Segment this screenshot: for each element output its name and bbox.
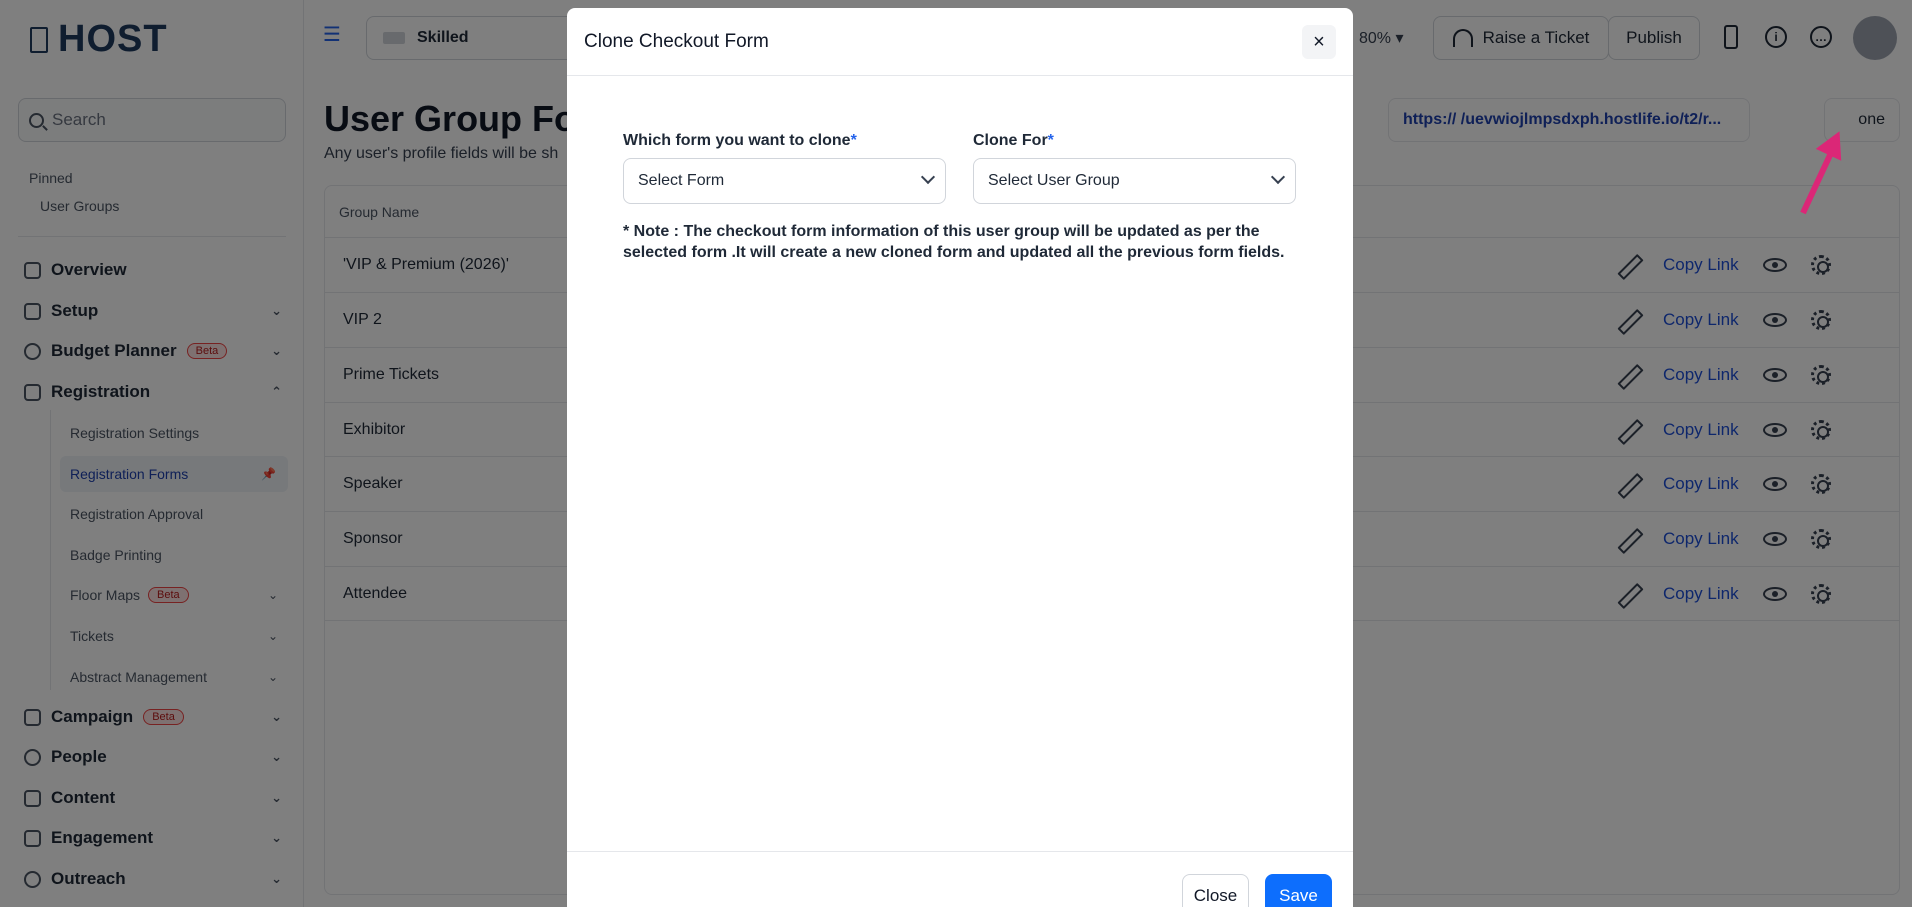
close-button[interactable]: Close [1182, 874, 1249, 907]
chevron-down-icon [920, 169, 936, 185]
clone-checkout-form-modal: Clone Checkout Form × Which form you wan… [567, 8, 1353, 907]
modal-header: Clone Checkout Form × [567, 8, 1353, 76]
required-mark: * [1047, 132, 1054, 149]
select-form-value: Select Form [638, 172, 725, 189]
save-button[interactable]: Save [1265, 874, 1332, 907]
clone-for-label: Clone For* [973, 132, 1054, 150]
modal-title: Clone Checkout Form [584, 30, 769, 52]
required-mark: * [850, 132, 857, 149]
modal-footer: Close Save [567, 851, 1353, 907]
clone-note: * Note : The checkout form information o… [623, 223, 1285, 261]
form-to-clone-label: Which form you want to clone* [623, 132, 857, 150]
form-to-clone-label-text: Which form you want to clone [623, 132, 851, 149]
clone-for-label-text: Clone For [973, 132, 1048, 149]
select-user-group-dropdown[interactable]: Select User Group [973, 158, 1296, 204]
select-form-dropdown[interactable]: Select Form [623, 158, 946, 204]
chevron-down-icon [1270, 169, 1286, 185]
select-user-group-value: Select User Group [988, 172, 1120, 189]
close-icon[interactable]: × [1302, 25, 1336, 59]
